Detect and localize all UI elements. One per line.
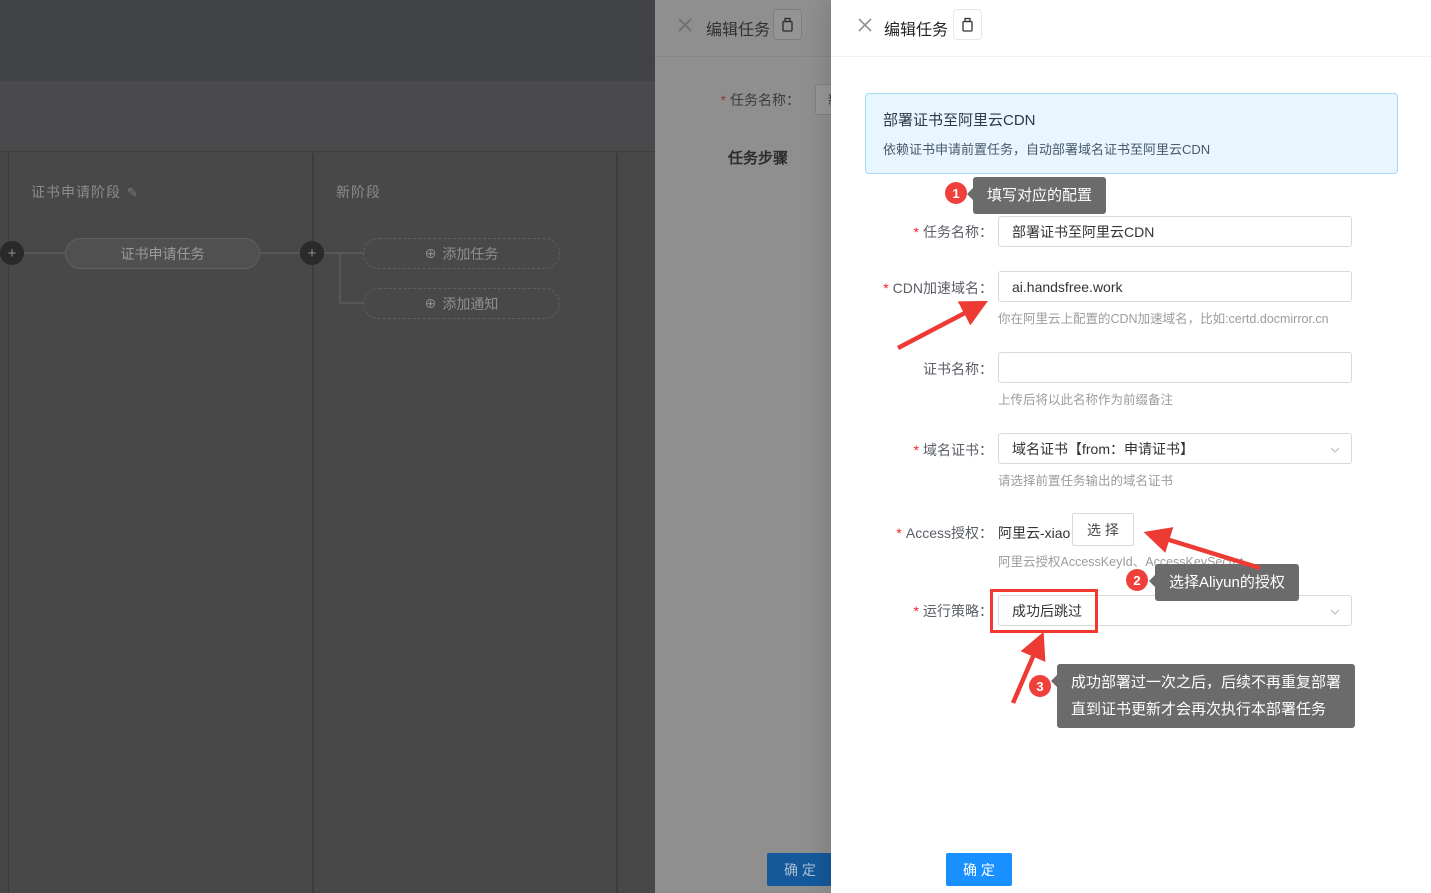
strategy-label-text: 运行策略： [923,603,993,619]
annotation-1-tooltip: 填写对应的配置 [973,177,1106,214]
delete-task-button[interactable] [953,9,982,40]
annotation-2-badge: 2 [1126,569,1148,591]
confirm-button[interactable]: 确 定 [946,853,1012,886]
trash-icon [780,17,795,33]
annotation-3-line1: 成功部署过一次之后，后续不再重复部署 [1071,669,1341,696]
required-mark: * [883,280,888,296]
circled-plus-icon: ⊕ [425,295,437,312]
cert-name-input[interactable] [998,352,1352,383]
annotation-3-line2: 直到证书更新才会再次执行本部署任务 [1071,696,1341,723]
domain-cert-label: *域名证书： [831,440,993,460]
required-mark: * [896,525,901,541]
back-confirm-button[interactable]: 确 定 [767,853,831,886]
edit-pencil-icon[interactable]: ✎ [127,185,139,200]
task-name-label: *任务名称： [831,222,993,242]
add-notification-label: 添加通知 [442,294,498,314]
domain-cert-select[interactable]: 域名证书【from：申请证书】 [998,433,1352,464]
add-stage-middle-button[interactable]: + [300,241,324,265]
plugin-info-alert: 部署证书至阿里云CDN 依赖证书申请前置任务，自动部署域名证书至阿里云CDN [865,93,1398,174]
annotation-3-tooltip: 成功部署过一次之后，后续不再重复部署 直到证书更新才会再次执行本部署任务 [1057,664,1355,728]
back-task-name-input[interactable] [815,84,831,115]
required-mark: * [721,92,726,108]
add-task-pill[interactable]: ⊕ 添加任务 [363,238,560,269]
access-value: 阿里云-xiao [998,523,1070,543]
cert-request-task-pill[interactable]: 证书申请任务 [65,238,260,269]
add-stage-left-button[interactable]: + [0,241,24,265]
close-icon[interactable] [677,17,693,33]
cert-name-label: 证书名称： [831,359,993,379]
plus-icon: + [8,246,17,261]
add-task-label: 添加任务 [442,244,498,264]
annotation-1-badge: 1 [945,182,967,204]
drawer-back-header: 编辑任务 [655,0,831,57]
access-label-text: Access授权： [906,525,993,541]
plus-icon: + [308,246,317,261]
plugin-info-description: 依赖证书申请前置任务，自动部署域名证书至阿里云CDN [883,139,1380,158]
cdn-domain-hint: 你在阿里云上配置的CDN加速域名，比如:certd.docmirror.cn [998,308,1329,327]
add-notification-pill[interactable]: ⊕ 添加通知 [363,288,560,319]
cdn-domain-label-text: CDN加速域名： [893,280,993,296]
edit-task-drawer-front: 编辑任务 部署证书至阿里云CDN 依赖证书申请前置任务，自动部署域名证书至阿里云… [831,0,1431,893]
access-select-button[interactable]: 选 择 [1072,513,1134,546]
task-steps-heading: 任务步骤 [728,147,788,168]
phase-2-title: 新阶段 [336,182,381,202]
domain-cert-hint: 请选择前置任务输出的域名证书 [998,470,1173,489]
drawer-front-header: 编辑任务 [831,0,1431,57]
chevron-down-icon [1329,443,1341,459]
domain-cert-label-text: 域名证书： [923,442,993,458]
chevron-down-icon [1329,605,1341,621]
required-mark: * [914,603,919,619]
close-icon[interactable] [857,17,873,33]
back-task-name-label: *任务名称： [655,90,800,110]
strategy-value: 成功后跳过 [1012,601,1082,621]
cdn-domain-input[interactable] [998,271,1352,302]
trash-icon [960,17,975,33]
domain-cert-value: 域名证书【from：申请证书】 [1012,439,1194,459]
required-mark: * [914,224,919,240]
phase-1-title-text: 证书申请阶段 [31,184,121,200]
edit-task-drawer-back: 编辑任务 *任务名称： 任务步骤 确 定 [655,0,831,893]
cdn-domain-label: * CDN加速域名： [831,278,993,298]
required-mark: * [914,442,919,458]
access-label: * Access授权： [831,523,993,543]
phase-1-title: 证书申请阶段 ✎ [31,182,139,202]
task-name-label-text: 任务名称： [923,224,993,240]
drawer-back-title: 编辑任务 [706,16,770,40]
circled-plus-icon: ⊕ [425,245,437,262]
strategy-label: *运行策略： [831,601,993,621]
drawer-front-title: 编辑任务 [884,16,948,40]
annotation-2-tooltip: 选择Aliyun的授权 [1155,564,1299,601]
back-task-name-label-text: 任务名称： [730,92,800,108]
task-name-input[interactable] [998,216,1352,247]
cert-name-label-text: 证书名称： [923,361,993,377]
plugin-info-title: 部署证书至阿里云CDN [883,109,1380,130]
annotation-3-badge: 3 [1029,675,1051,697]
delete-task-button[interactable] [773,9,802,40]
cert-name-hint: 上传后将以此名称作为前缀备注 [998,389,1173,408]
